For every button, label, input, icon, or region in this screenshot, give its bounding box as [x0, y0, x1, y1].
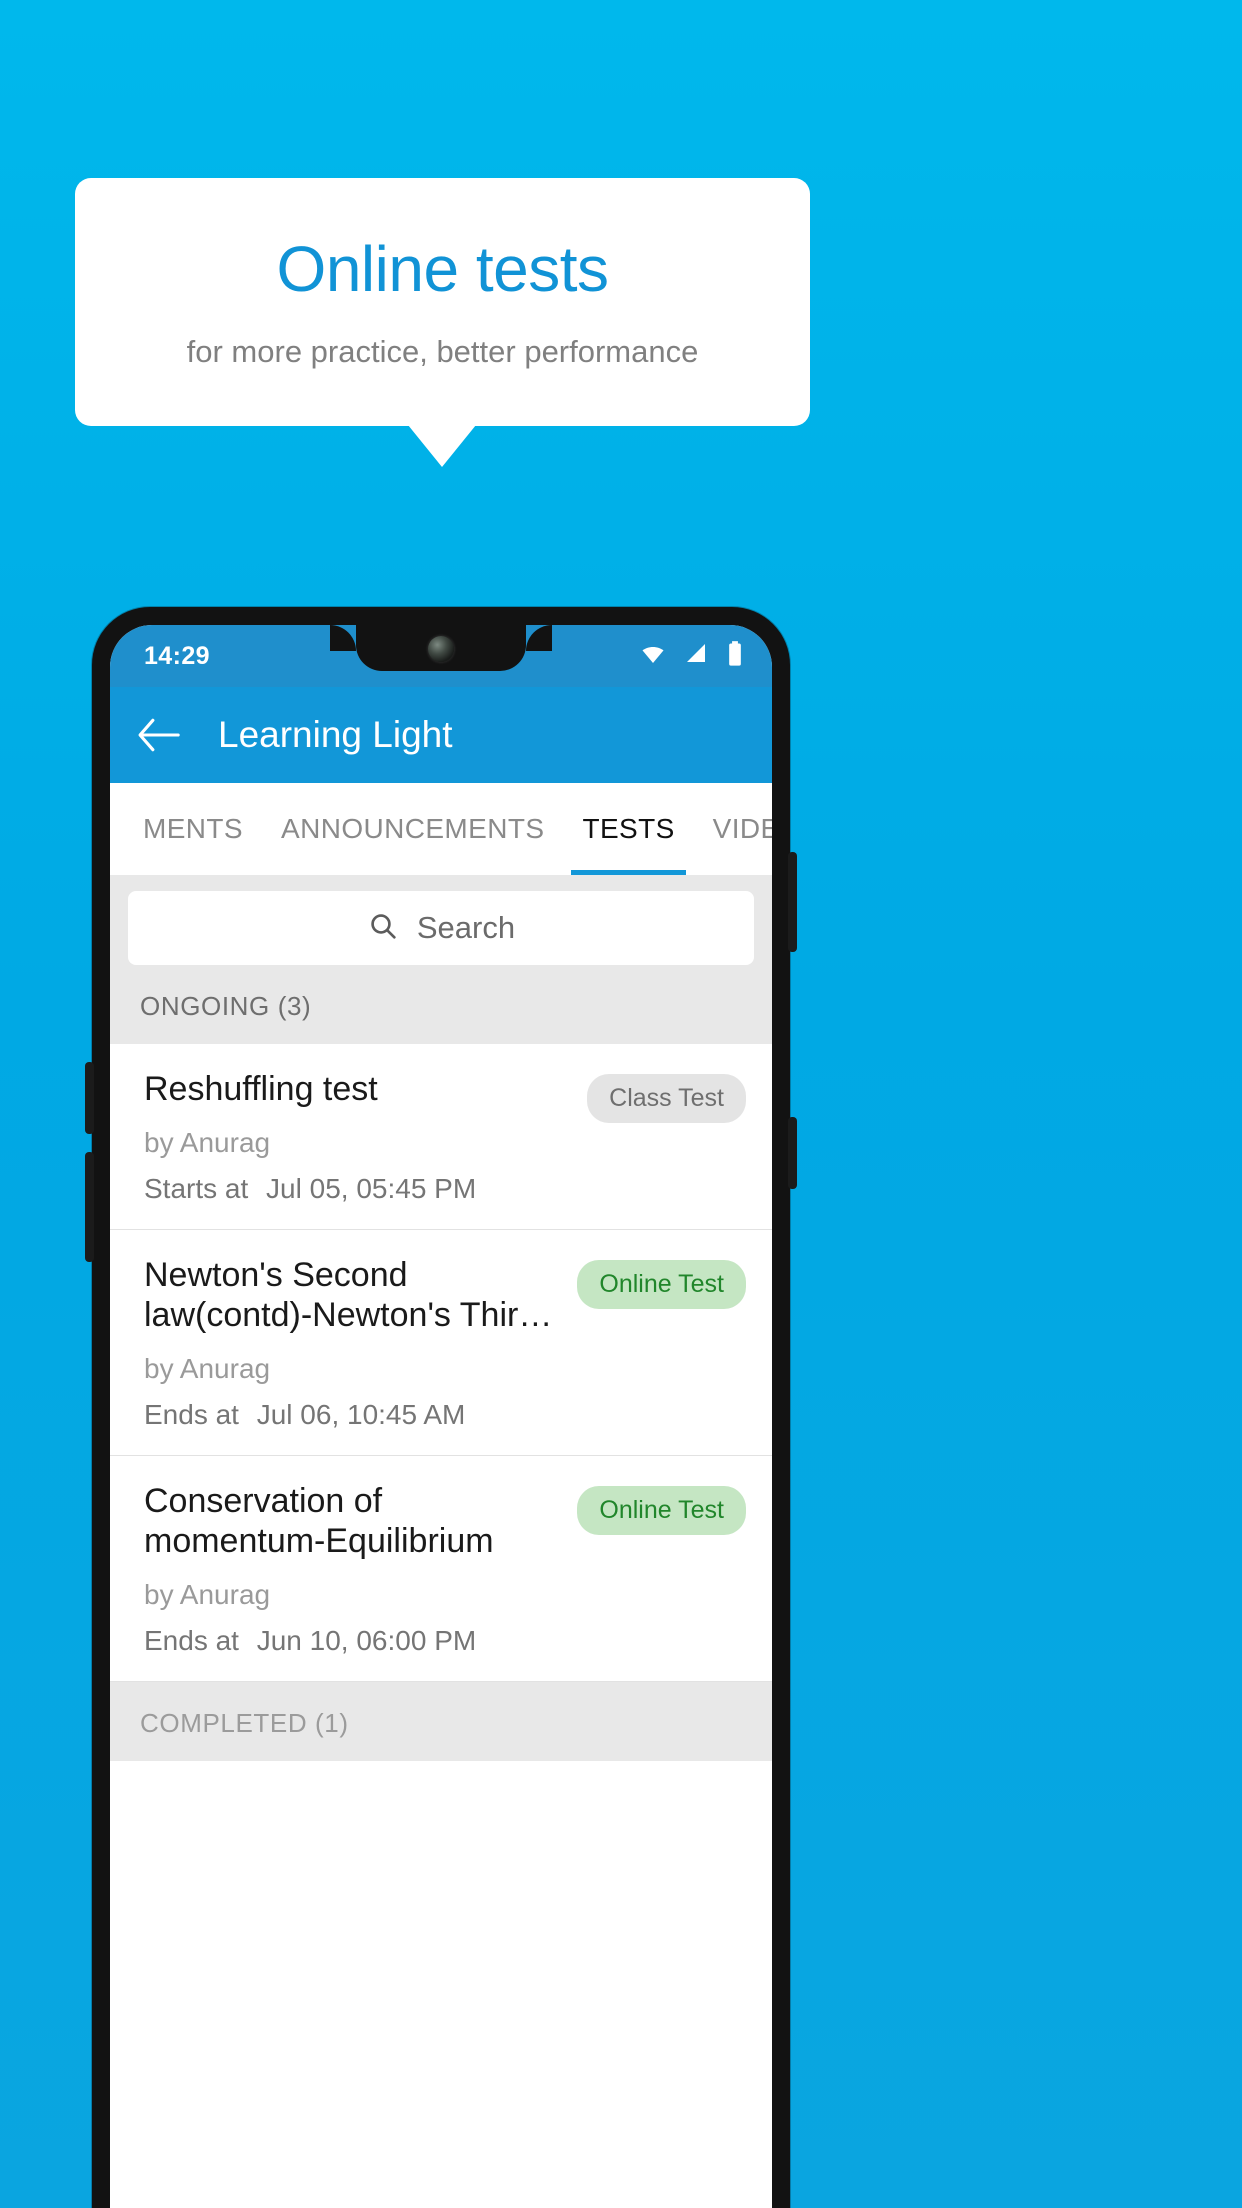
promo-bubble: Online tests for more practice, better p…	[75, 178, 810, 426]
phone-screen: 14:29 Learning Light MENTS ANNOUNCEMENTS…	[110, 625, 772, 2208]
test-schedule-label: Ends at	[144, 1399, 239, 1431]
test-title: Newton's Second law(contd)-Newton's Thir…	[144, 1256, 553, 1334]
status-badge: Class Test	[587, 1074, 746, 1123]
search-placeholder: Search	[416, 910, 516, 945]
test-details: Reshuffling test by Anurag Starts at Jul…	[144, 1070, 587, 1205]
list-item[interactable]: Reshuffling test by Anurag Starts at Jul…	[110, 1044, 772, 1231]
test-author: by Anurag	[144, 1127, 271, 1159]
tab-announcements[interactable]: ANNOUNCEMENTS	[262, 783, 563, 875]
test-author: by Anurag	[144, 1579, 271, 1611]
list-item[interactable]: Newton's Second law(contd)-Newton's Thir…	[110, 1230, 772, 1457]
side-button-lower[interactable]	[788, 1117, 797, 1189]
test-details: Newton's Second law(contd)-Newton's Thir…	[144, 1256, 577, 1431]
search-container: Search	[110, 875, 772, 983]
test-title: Reshuffling test	[144, 1070, 378, 1108]
status-bar-icons	[638, 640, 744, 673]
power-button[interactable]	[788, 852, 797, 952]
display-notch	[330, 625, 552, 671]
test-author: by Anurag	[144, 1353, 271, 1385]
status-badge: Online Test	[577, 1486, 746, 1536]
test-schedule-value: Jul 06, 10:45 AM	[256, 1399, 466, 1431]
volume-up-button[interactable]	[85, 1062, 94, 1134]
signal-icon	[683, 642, 711, 671]
app-bar: Learning Light	[110, 687, 772, 783]
volume-down-button[interactable]	[85, 1152, 94, 1262]
status-bar-clock: 14:29	[144, 641, 210, 670]
battery-icon	[726, 640, 744, 673]
promo-title: Online tests	[276, 232, 609, 305]
test-details: Conservation of momentum-Equilibrium by …	[144, 1482, 577, 1657]
section-header-ongoing: ONGOING (3)	[110, 983, 772, 1044]
section-header-completed: COMPLETED (1)	[110, 1682, 772, 1762]
status-bar: 14:29	[110, 625, 772, 687]
tab-tests[interactable]: TESTS	[563, 783, 693, 875]
wifi-icon	[638, 642, 668, 671]
phone-device-frame: 14:29 Learning Light MENTS ANNOUNCEMENTS…	[85, 607, 797, 2208]
promo-subtitle: for more practice, better performance	[186, 334, 699, 370]
tab-videos[interactable]: VIDEOS	[694, 783, 772, 875]
search-input[interactable]: Search	[128, 891, 754, 965]
test-schedule-label: Ends at	[144, 1625, 239, 1657]
test-schedule-value: Jul 05, 05:45 PM	[266, 1173, 477, 1205]
test-schedule-label: Starts at	[144, 1173, 249, 1205]
front-camera-icon	[428, 636, 454, 662]
test-schedule: Starts at Jul 05, 05:45 PM	[144, 1173, 575, 1205]
tab-bar: MENTS ANNOUNCEMENTS TESTS VIDEOS	[110, 783, 772, 875]
test-schedule: Ends at Jul 06, 10:45 AM	[144, 1399, 565, 1431]
promo-bubble-tail	[408, 425, 476, 467]
test-schedule-value: Jun 10, 06:00 PM	[256, 1625, 477, 1657]
status-badge: Online Test	[577, 1260, 746, 1310]
test-schedule: Ends at Jun 10, 06:00 PM	[144, 1625, 565, 1657]
test-title: Conservation of momentum-Equilibrium	[144, 1482, 494, 1560]
list-item[interactable]: Conservation of momentum-Equilibrium by …	[110, 1456, 772, 1683]
search-icon	[367, 910, 399, 947]
back-arrow-icon[interactable]	[134, 711, 182, 759]
tab-assignments[interactable]: MENTS	[124, 783, 262, 875]
page-title: Learning Light	[218, 714, 453, 755]
